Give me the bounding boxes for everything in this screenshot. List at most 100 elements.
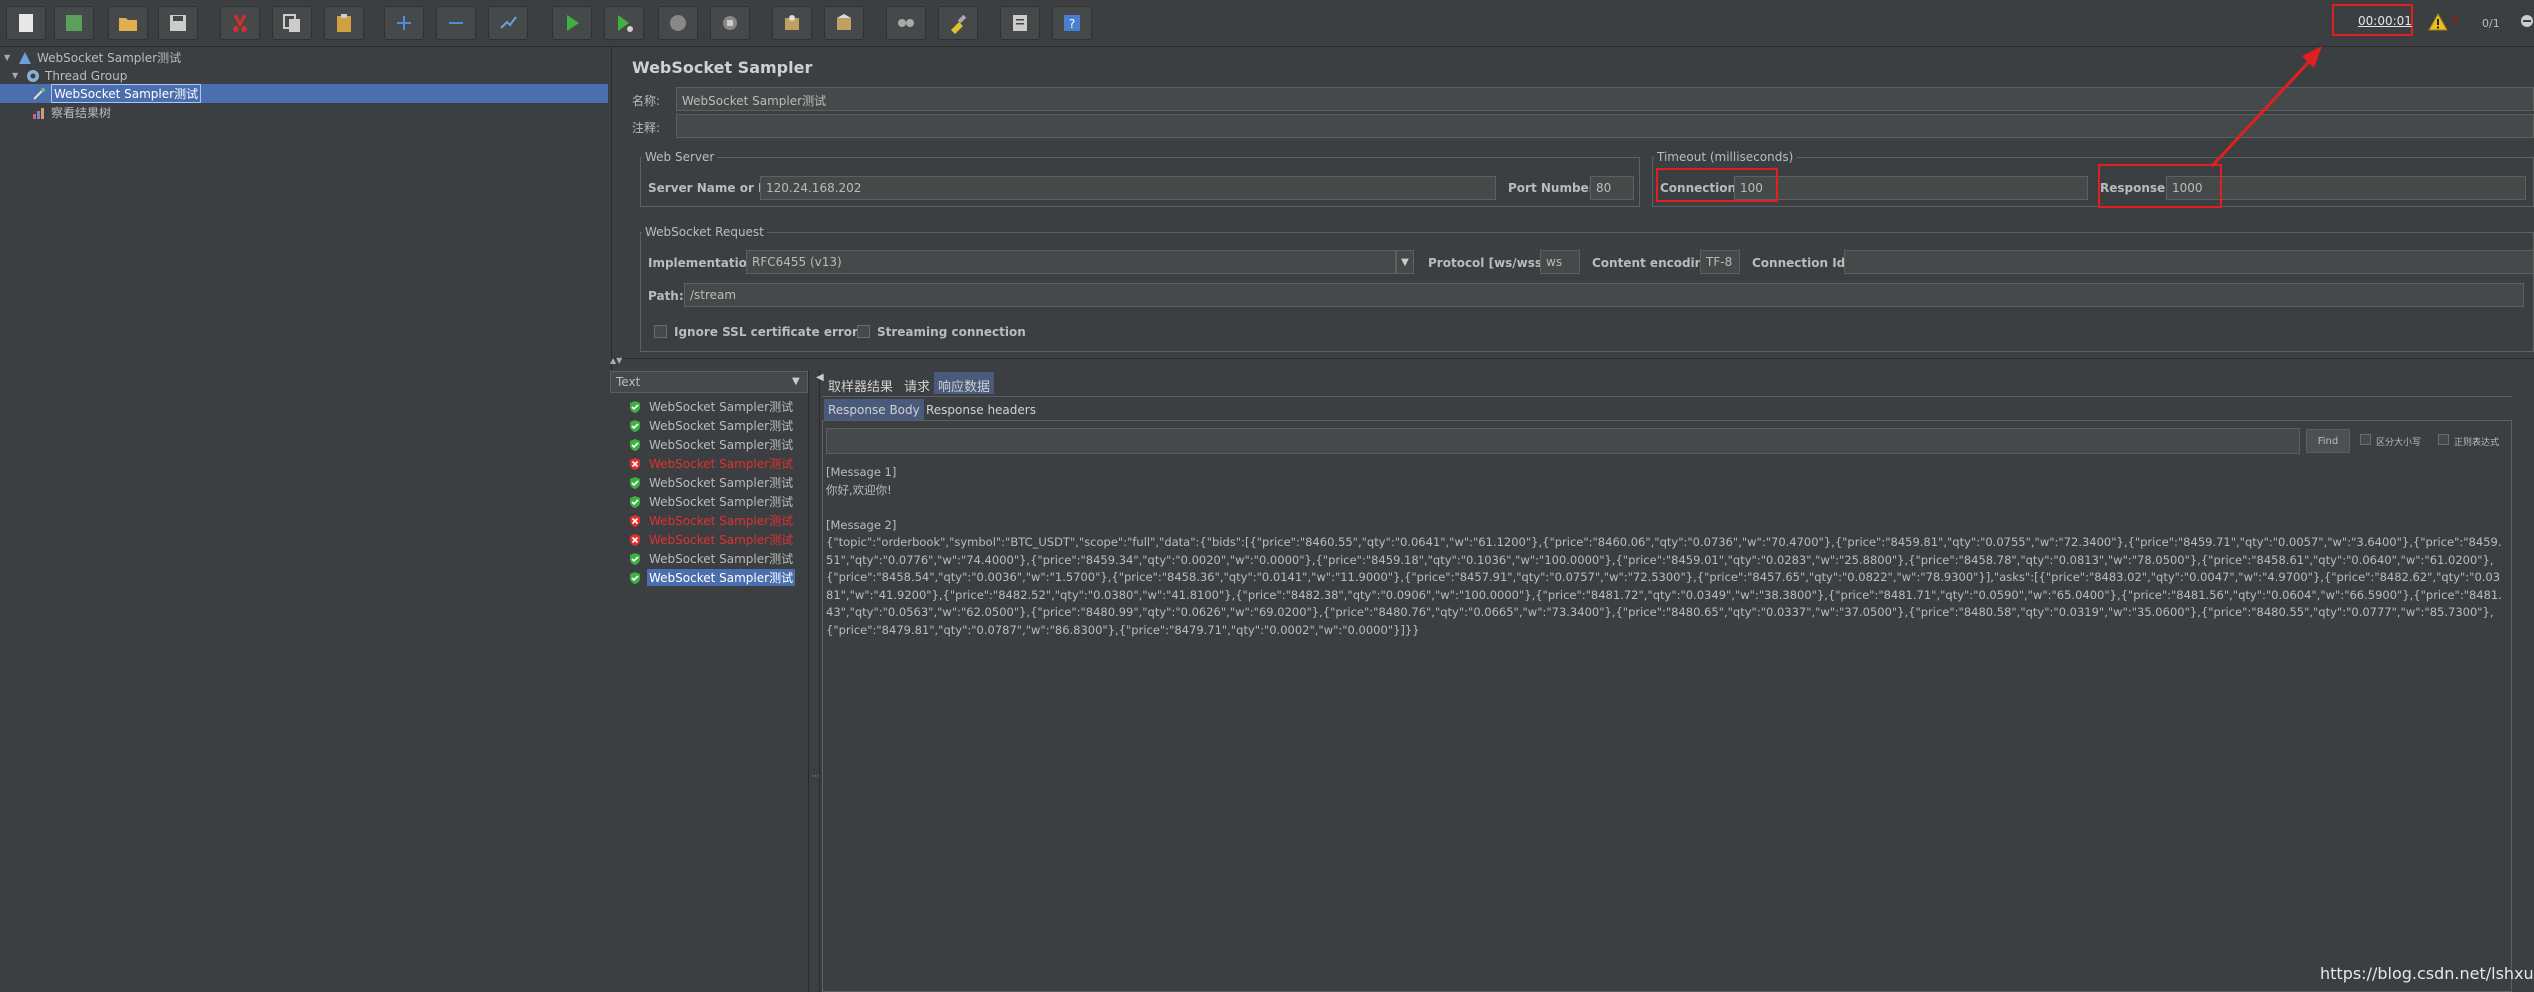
svg-text:?: ? <box>1069 17 1075 31</box>
success-shield-icon <box>630 438 640 451</box>
paste-icon <box>337 14 351 32</box>
chevron-down-icon[interactable]: ▼ <box>1396 250 1414 274</box>
tree-item-label[interactable]: WebSocket Sampler测试 <box>51 84 202 103</box>
paste-button[interactable] <box>324 6 364 40</box>
result-item[interactable]: WebSocket Sampler测试 <box>628 454 795 473</box>
response-line: [Message 2] <box>826 517 897 532</box>
new-button[interactable] <box>6 6 46 40</box>
expand-button[interactable] <box>384 6 424 40</box>
search-button[interactable] <box>886 6 926 40</box>
copy-icon <box>283 14 300 32</box>
port-field[interactable]: 80 <box>1590 176 1634 200</box>
toggle-button[interactable] <box>488 6 528 40</box>
start-button[interactable] <box>552 6 592 40</box>
tree-item-listener[interactable]: 察看结果树 <box>32 103 111 122</box>
tree-item-test-plan[interactable]: ▼ WebSocket Sampler测试 <box>4 48 181 67</box>
copy-button[interactable] <box>272 6 312 40</box>
find-button[interactable]: Find <box>2306 429 2350 453</box>
horizontal-splitter[interactable] <box>612 358 2534 370</box>
server-field[interactable]: 120.24.168.202 <box>760 176 1496 200</box>
response-line: 你好,欢迎你! <box>826 482 892 497</box>
comment-label: 注释: <box>632 121 661 135</box>
open-icon <box>119 18 137 31</box>
result-item[interactable]: WebSocket Sampler测试 <box>628 435 795 454</box>
cut-icon <box>233 14 247 32</box>
reset-search-icon <box>951 14 967 34</box>
name-label: 名称: <box>632 94 661 108</box>
connection-id-label: Connection Id: <box>1752 256 1851 270</box>
web-server-legend: Web Server <box>642 150 718 164</box>
tab-response-data[interactable]: 响应数据 <box>934 372 995 395</box>
result-item[interactable]: WebSocket Sampler测试 <box>628 530 795 549</box>
name-field[interactable]: WebSocket Sampler测试 <box>676 87 2534 111</box>
chevron-down-icon[interactable]: ▼ <box>792 376 800 387</box>
result-item[interactable]: WebSocket Sampler测试 <box>628 492 795 511</box>
success-shield-icon <box>630 476 640 489</box>
content-encoding-label: Content encoding: <box>1592 256 1717 270</box>
cut-button[interactable] <box>220 6 260 40</box>
test-plan-icon <box>19 51 31 64</box>
ignore-ssl-checkbox[interactable] <box>654 325 667 338</box>
connection-timeout-field[interactable]: 100 <box>1734 176 2088 200</box>
connection-id-field[interactable] <box>1844 250 2534 274</box>
tab-sampler-result[interactable]: 取样器结果 <box>824 372 897 395</box>
result-item-label: WebSocket Sampler测试 <box>649 400 794 414</box>
open-button[interactable] <box>108 6 148 40</box>
case-sensitive-checkbox[interactable] <box>2360 434 2371 445</box>
start-no-pauses-button[interactable] <box>604 6 644 40</box>
splitter-arrows-icon[interactable]: ▲▼ <box>610 356 622 365</box>
shutdown-button[interactable] <box>710 6 750 40</box>
path-field[interactable]: /stream <box>684 283 2524 307</box>
clear-button[interactable] <box>772 6 812 40</box>
result-item-label: WebSocket Sampler测试 <box>649 514 794 528</box>
tab-request[interactable]: 请求 <box>900 372 934 395</box>
vertical-splitter[interactable] <box>808 370 820 992</box>
result-item[interactable]: WebSocket Sampler测试 <box>628 549 795 568</box>
help-button[interactable]: ? <box>1052 6 1092 40</box>
reset-search-button[interactable] <box>938 6 978 40</box>
result-item[interactable]: WebSocket Sampler测试 <box>628 568 796 587</box>
comment-field[interactable] <box>676 114 2534 138</box>
result-item-label: WebSocket Sampler测试 <box>649 476 794 490</box>
expand-arrow-icon[interactable]: ▼ <box>12 71 22 80</box>
failure-shield-icon <box>630 533 640 546</box>
watermark: https://blog.csdn.net/lshxuexi <box>2320 964 2534 983</box>
tree-item-label: WebSocket Sampler测试 <box>37 51 182 65</box>
search-input[interactable] <box>826 428 2300 454</box>
result-item[interactable]: WebSocket Sampler测试 <box>628 511 795 530</box>
function-helper-button[interactable] <box>1000 6 1040 40</box>
websocket-request-legend: WebSocket Request <box>642 225 767 239</box>
search-icon <box>898 19 914 27</box>
expand-arrow-icon[interactable]: ▼ <box>4 53 14 62</box>
remote-icon[interactable] <box>2520 14 2534 28</box>
sampler-icon <box>33 87 45 100</box>
protocol-field[interactable]: ws <box>1540 250 1580 274</box>
result-item[interactable]: WebSocket Sampler测试 <box>628 397 795 416</box>
collapse-button[interactable] <box>436 6 476 40</box>
result-item[interactable]: WebSocket Sampler测试 <box>628 473 795 492</box>
splitter-grip-icon[interactable]: ⋮ <box>811 772 820 780</box>
templates-button[interactable] <box>54 6 94 40</box>
renderer-select[interactable]: Text <box>610 371 808 393</box>
clear-all-button[interactable] <box>824 6 864 40</box>
collapse-icon <box>449 22 463 24</box>
tree-item-label: 察看结果树 <box>51 106 112 120</box>
content-encoding-field[interactable]: TF-8 <box>1700 250 1740 274</box>
tree-item-thread-group[interactable]: ▼ Thread Group <box>12 66 127 85</box>
tree-item-sampler[interactable]: WebSocket Sampler测试 <box>0 84 608 103</box>
regex-checkbox[interactable] <box>2438 434 2449 445</box>
subtab-response-headers[interactable]: Response headers <box>922 399 1040 421</box>
stop-button[interactable] <box>658 6 698 40</box>
subtab-response-body[interactable]: Response Body <box>824 399 924 421</box>
save-button[interactable] <box>158 6 198 40</box>
result-item-label: WebSocket Sampler测试 <box>649 552 794 566</box>
clear-all-icon <box>837 14 851 30</box>
result-item-label: WebSocket Sampler测试 <box>649 495 794 509</box>
warning-icon[interactable] <box>2428 13 2448 31</box>
tab-scroll-left-icon[interactable]: ◀ <box>816 372 824 383</box>
result-item[interactable]: WebSocket Sampler测试 <box>628 416 795 435</box>
response-line: [Message 1] <box>826 465 897 479</box>
implementation-select[interactable]: RFC6455 (v13) <box>746 250 1396 274</box>
test-plan-tree[interactable] <box>0 47 612 992</box>
streaming-connection-checkbox[interactable] <box>857 325 870 338</box>
